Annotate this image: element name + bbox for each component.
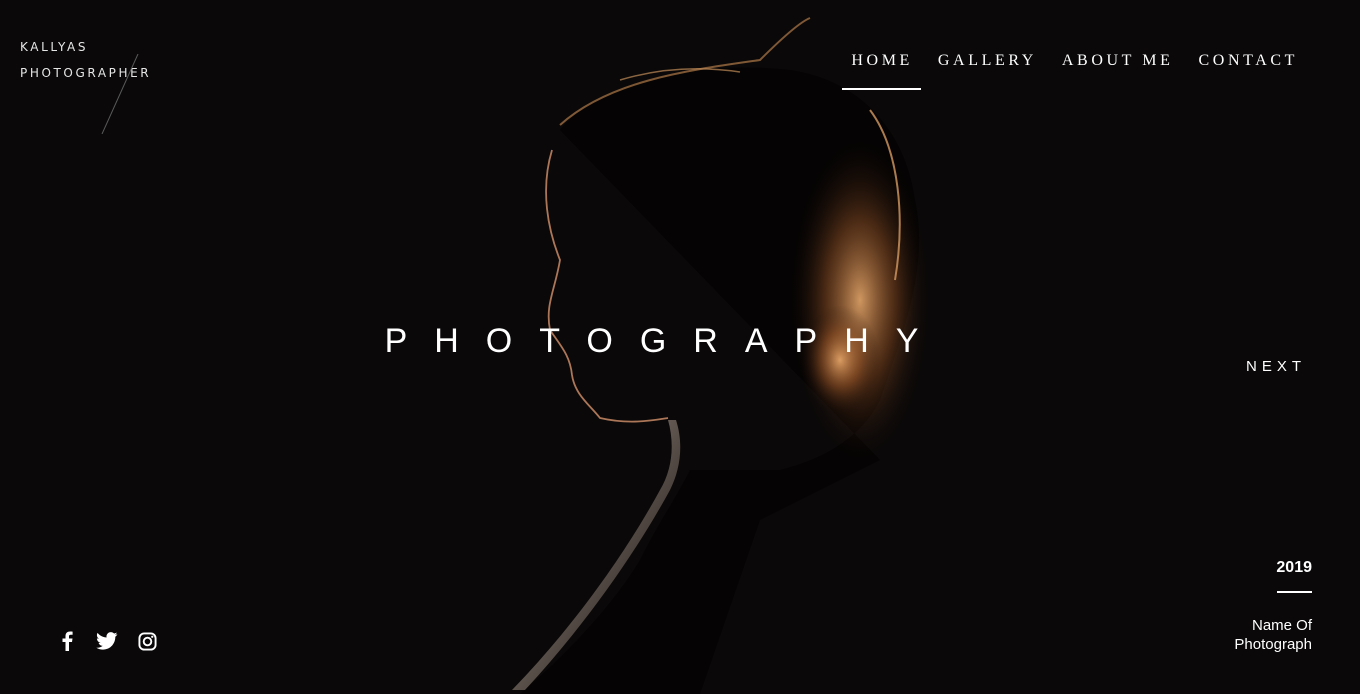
instagram-icon[interactable] — [136, 630, 158, 652]
logo-slash-decoration — [101, 54, 139, 134]
hero-title: PHOTOGRAPHY — [384, 322, 946, 360]
nav-item-home[interactable]: HOME — [842, 50, 921, 90]
caption-divider — [1277, 591, 1312, 593]
nav-item-gallery[interactable]: GALLERY — [929, 50, 1045, 90]
main-navigation: HOME GALLERY ABOUT ME CONTACT — [834, 50, 1306, 90]
facebook-icon[interactable] — [56, 630, 78, 652]
twitter-icon[interactable] — [96, 630, 118, 652]
photo-name: Name Of Photograph — [1234, 617, 1312, 653]
next-slide-button[interactable]: NEXT — [1246, 358, 1306, 375]
nav-item-about-me[interactable]: ABOUT ME — [1053, 50, 1182, 90]
nav-item-contact[interactable]: CONTACT — [1190, 50, 1306, 90]
site-logo[interactable]: KALLYAS PHOTOGRAPHER — [20, 34, 151, 134]
social-links — [56, 630, 158, 652]
photo-year: 2019 — [1276, 559, 1312, 576]
